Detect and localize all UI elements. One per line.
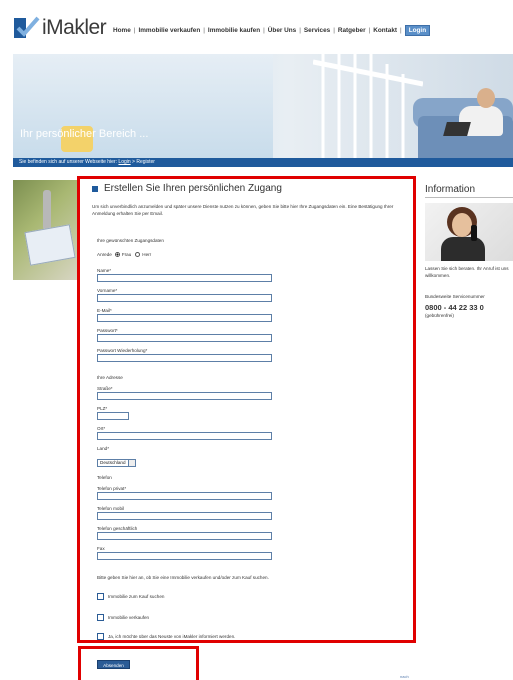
login-button[interactable]: Login [404, 25, 431, 36]
sidebar-title: Information [425, 184, 476, 195]
logo-text: iMakler [42, 16, 107, 39]
hero-title: Ihr persönlicher Bereich ... [20, 128, 149, 140]
sidebar-text-advice: Lassen Sie sich beraten. Ihr Anruf ist u… [425, 266, 509, 278]
nav-separator: | [203, 27, 205, 34]
breadcrumb: Sie befinden sich auf unserer Webseite h… [13, 158, 513, 167]
hero-person-head [477, 88, 495, 108]
nav-sell-property[interactable]: Immobilie verkaufen [138, 27, 200, 34]
sidebar-divider [425, 197, 513, 198]
highlight-submit-box [78, 646, 199, 680]
top-navigation: Home | Immobilie verkaufen | Immobilie kau… [113, 25, 431, 36]
nav-services[interactable]: Services [304, 27, 330, 34]
footer-corner-link[interactable]: nach [400, 674, 409, 679]
nav-contact[interactable]: Kontakt [373, 27, 397, 34]
hero-wall [13, 54, 273, 158]
phone-icon [471, 225, 477, 241]
nav-separator: | [263, 27, 265, 34]
nav-separator: | [299, 27, 301, 34]
breadcrumb-login-link[interactable]: Login [118, 159, 130, 165]
nav-guide[interactable]: Ratgeber [338, 27, 366, 34]
logo[interactable]: iMakler [14, 14, 107, 42]
nav-buy-property[interactable]: Immobilie kaufen [208, 27, 260, 34]
sidebar-text-service: Bundesweite Servicenummer [425, 294, 485, 299]
hero-laptop [443, 122, 471, 136]
nav-separator: | [400, 27, 402, 34]
highlight-form-box [77, 176, 416, 643]
breadcrumb-prefix: Sie befinden sich auf unserer Webseite h… [19, 159, 118, 165]
photo-shirt [441, 237, 485, 261]
key-tag [24, 224, 76, 266]
nav-about-us[interactable]: Über Uns [268, 27, 296, 34]
nav-separator: | [368, 27, 371, 34]
logo-icon [14, 16, 40, 40]
nav-separator: | [133, 27, 136, 34]
key-shape [43, 190, 51, 230]
photo-face [452, 213, 472, 237]
sidebar-phone-note: (gebührenfrei) [425, 313, 454, 318]
hero-stairs [313, 54, 423, 158]
nav-home[interactable]: Home [113, 27, 131, 34]
nav-separator: | [333, 27, 335, 34]
consultant-photo [425, 203, 513, 261]
breadcrumb-current: > Register [132, 159, 155, 165]
hero-banner [13, 54, 513, 158]
sidebar-phone-number[interactable]: 0800 - 44 22 33 0 [425, 303, 484, 312]
key-image [13, 180, 79, 280]
